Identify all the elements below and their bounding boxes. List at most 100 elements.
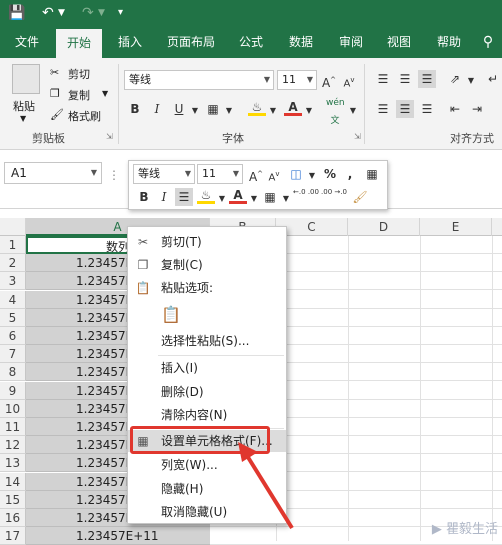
font-color-dropdown-icon[interactable]: ▼ (300, 102, 318, 120)
row-header[interactable]: 9 (0, 382, 26, 400)
name-box-dropdown-icon[interactable]: ▼ (91, 163, 97, 183)
mini-align-center-icon[interactable]: ☰ (175, 188, 193, 206)
align-center-icon[interactable]: ☰ (396, 100, 414, 118)
mini-format-painter-icon[interactable]: 🖌 (351, 188, 369, 206)
font-size-combo[interactable]: 11 ▼ (277, 70, 317, 90)
tab-view[interactable]: 视图 (378, 26, 420, 58)
align-top-icon[interactable]: ☰ (374, 70, 392, 88)
underline-dropdown-icon[interactable]: ▼ (186, 102, 204, 120)
red-arrow-icon (238, 442, 294, 530)
cut-button[interactable]: 剪切 (68, 66, 90, 82)
orientation-dropdown-icon[interactable]: ▼ (462, 72, 480, 90)
paste-button[interactable]: 粘贴 (13, 98, 35, 114)
bold-button[interactable]: B (126, 100, 144, 118)
align-middle-icon[interactable]: ☰ (396, 70, 414, 88)
tab-file[interactable]: 文件 (6, 26, 48, 58)
fill-color-dropdown-icon[interactable]: ▼ (264, 102, 282, 120)
align-right-icon[interactable]: ☰ (418, 100, 436, 118)
mini-percent-button[interactable]: % (321, 165, 339, 183)
row-header[interactable]: 12 (0, 436, 26, 454)
brush-icon: 🖌 (50, 108, 64, 121)
row-header[interactable]: 7 (0, 345, 26, 363)
ribbon-tabs: 文件 开始 插入 页面布局 公式 数据 审阅 视图 帮助 ⚲ (0, 26, 502, 58)
row-header[interactable]: 17 (0, 527, 26, 545)
mini-comma-button[interactable]: , (341, 165, 359, 183)
mini-decrease-decimal-icon[interactable]: .00 →.0 (321, 188, 347, 206)
tab-home[interactable]: 开始 (56, 29, 102, 58)
borders-dropdown-icon[interactable]: ▼ (220, 102, 238, 120)
tab-formulas[interactable]: 公式 (230, 26, 272, 58)
watermark-logo-icon: ▶ (431, 522, 442, 537)
align-left-icon[interactable]: ☰ (374, 100, 392, 118)
align-bottom-icon[interactable]: ☰ (418, 70, 436, 88)
row-header[interactable]: 5 (0, 309, 26, 327)
copy-icon: ❐ (50, 87, 60, 100)
row-header[interactable]: 16 (0, 509, 26, 527)
row-header[interactable]: 8 (0, 363, 26, 381)
mini-bold-button[interactable]: B (135, 188, 153, 206)
format-painter-button[interactable]: 格式刷 (68, 108, 101, 124)
increase-font-icon[interactable]: A^ (320, 71, 338, 90)
save-icon[interactable]: 💾 (8, 3, 25, 23)
wrap-text-icon[interactable]: ↵ (484, 70, 502, 88)
tab-page-layout[interactable]: 页面布局 (160, 26, 222, 58)
menu-item-copy[interactable]: ❐ 复制(C) (128, 254, 286, 276)
row-header[interactable]: 3 (0, 272, 26, 290)
formula-bar-more-icon[interactable]: ⋮ (108, 168, 120, 182)
row-header[interactable]: 1 (0, 236, 26, 254)
font-name-combo[interactable]: 等线 ▼ (124, 70, 274, 90)
row-header[interactable]: 10 (0, 400, 26, 418)
column-header-d[interactable]: D (348, 218, 420, 236)
menu-item-insert[interactable]: 插入(I) (128, 357, 286, 379)
phonetic-dropdown-icon[interactable]: ▼ (344, 102, 362, 120)
paste-dropdown-icon[interactable]: ▼ (20, 114, 26, 123)
font-group-label: 字体 (222, 132, 244, 145)
name-box[interactable]: A1 ▼ (4, 162, 102, 184)
select-all-corner[interactable] (0, 218, 26, 236)
mini-font-size-combo[interactable]: 11 ▼ (197, 164, 243, 184)
mini-format-table-icon[interactable]: ▦ (363, 165, 381, 183)
scissors-icon: ✂ (137, 235, 149, 249)
mini-decrease-font-icon[interactable]: Av (265, 165, 283, 183)
tab-help[interactable]: 帮助 (428, 26, 470, 58)
mini-toolbar: 等线 ▼ 11 ▼ A^ Av ◫ ▼ % , ▦ B I ☰ ♨ ▼ A ▼ ▦ … (128, 160, 388, 210)
mini-font-name-combo[interactable]: 等线 ▼ (133, 164, 195, 184)
paste-icon[interactable] (12, 64, 40, 94)
tab-data[interactable]: 数据 (280, 26, 322, 58)
undo-dropdown-icon[interactable]: ▼ (58, 3, 65, 23)
mini-increase-font-icon[interactable]: A^ (247, 165, 265, 184)
row-header[interactable]: 13 (0, 454, 26, 472)
decrease-indent-icon[interactable]: ⇤ (446, 100, 464, 118)
menu-item-clear-contents[interactable]: 清除内容(N) (128, 404, 286, 426)
increase-indent-icon[interactable]: ⇥ (468, 100, 486, 118)
row-header[interactable]: 2 (0, 254, 26, 272)
copy-button[interactable]: 复制 (68, 87, 90, 103)
row-header[interactable]: 14 (0, 473, 26, 491)
redo-dropdown-icon: ▼ (98, 8, 105, 18)
row-header[interactable]: 4 (0, 291, 26, 309)
tab-review[interactable]: 审阅 (330, 26, 372, 58)
customize-qat-icon[interactable]: ▾ (118, 3, 123, 23)
tab-insert[interactable]: 插入 (108, 26, 152, 58)
mini-increase-decimal-icon[interactable]: ←.0 .00 (293, 188, 319, 206)
cell-a[interactable]: 1.23457E+11 (26, 527, 210, 545)
clipboard-launcher-icon[interactable]: ⇲ (106, 132, 113, 141)
row-header[interactable]: 11 (0, 418, 26, 436)
font-launcher-icon[interactable]: ⇲ (354, 132, 361, 141)
phonetic-icon[interactable]: wén 文 (326, 94, 345, 126)
lightbulb-icon[interactable]: ⚲ (478, 26, 498, 58)
row-header[interactable]: 6 (0, 327, 26, 345)
copy-dropdown-icon[interactable]: ▼ (102, 89, 108, 98)
undo-icon[interactable]: ↶ (42, 3, 54, 23)
row-header[interactable]: 15 (0, 491, 26, 509)
menu-item-cut[interactable]: ✂ 剪切(T) (128, 231, 286, 253)
mini-italic-button[interactable]: I (155, 188, 173, 206)
redo-icon: ↷ (82, 5, 94, 21)
decrease-font-icon[interactable]: Av (340, 71, 358, 89)
menu-item-delete[interactable]: 删除(D) (128, 381, 286, 403)
menu-item-paste-special[interactable]: 选择性粘贴(S)... (128, 330, 286, 352)
mini-accounting-dropdown-icon[interactable]: ▼ (303, 167, 321, 185)
paste-option-button[interactable]: 📋 (128, 303, 286, 331)
column-header-e[interactable]: E (420, 218, 492, 236)
italic-button[interactable]: I (148, 100, 166, 118)
